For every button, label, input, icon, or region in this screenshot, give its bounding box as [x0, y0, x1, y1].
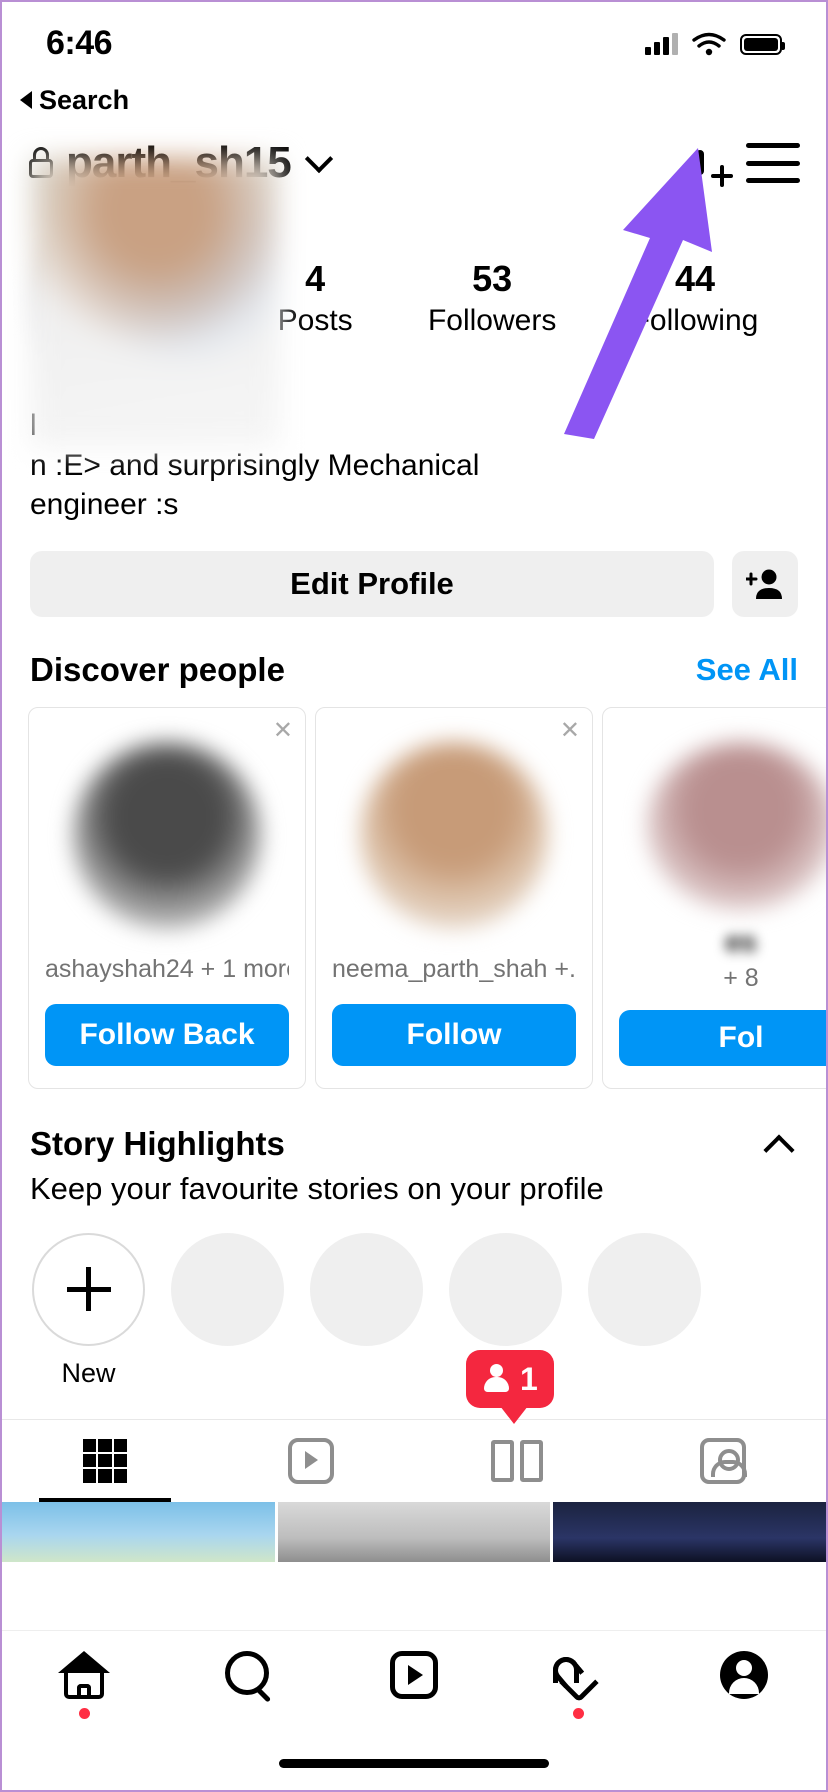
- nav-home-dot: [78, 1708, 90, 1719]
- posts-count: 4: [305, 258, 326, 300]
- post-thumbnail[interactable]: [553, 1501, 826, 1562]
- close-icon[interactable]: ✕: [560, 716, 580, 745]
- post-grid: [2, 1501, 826, 1562]
- heart-icon: [547, 1651, 605, 1703]
- suggested-user-card[interactable]: ✕ es + 8 Fol: [602, 706, 826, 1089]
- post-thumbnail[interactable]: [277, 1501, 551, 1562]
- avatar[interactable]: [32, 208, 212, 388]
- story-highlights-header: Story Highlights Keep your favourite sto…: [2, 1089, 826, 1207]
- suggested-user-avatar[interactable]: [647, 741, 826, 910]
- see-all-link[interactable]: See All: [696, 652, 798, 688]
- reels-icon: [288, 1437, 334, 1484]
- back-triangle-icon: [20, 91, 32, 109]
- tab-tagged[interactable]: [620, 1420, 826, 1502]
- posts-label: Posts: [277, 303, 353, 337]
- highlight-new-label: New: [61, 1357, 116, 1388]
- notification-count: 1: [520, 1360, 538, 1397]
- stat-followers[interactable]: 53 Followers: [428, 258, 556, 337]
- nav-home[interactable]: [2, 1651, 167, 1719]
- status-bar: 6:46: [2, 2, 826, 80]
- follow-button[interactable]: Follow: [332, 1004, 576, 1066]
- highlight-placeholder[interactable]: [171, 1232, 284, 1389]
- edit-profile-button[interactable]: Edit Profile: [30, 550, 714, 617]
- hamburger-menu-icon: [746, 143, 800, 148]
- bio-line-2: n :E> and surprisingly Mechanical: [30, 448, 480, 482]
- following-label: Following: [631, 303, 759, 337]
- guides-icon: [491, 1439, 543, 1482]
- suggested-user-subtitle: neema_parth_shah +...: [332, 955, 576, 984]
- story-highlights-title: Story Highlights: [30, 1124, 285, 1162]
- tagged-icon: [700, 1437, 747, 1484]
- reels-icon: [389, 1651, 438, 1699]
- bio-line-1: l: [30, 409, 37, 442]
- plus-icon: [32, 1232, 145, 1346]
- hamburger-menu-button[interactable]: [746, 143, 800, 183]
- battery-full-icon: [740, 33, 785, 55]
- lock-icon: [28, 147, 54, 179]
- tab-reels[interactable]: [208, 1420, 414, 1502]
- cellular-signal-icon: [645, 33, 678, 55]
- followers-label: Followers: [427, 303, 557, 337]
- highlight-placeholder[interactable]: [588, 1232, 701, 1389]
- chevron-up-icon[interactable]: [763, 1134, 795, 1166]
- follow-button[interactable]: Fol: [619, 1010, 826, 1066]
- nav-reels[interactable]: [332, 1651, 497, 1699]
- suggested-user-name: es: [725, 925, 757, 955]
- post-thumbnail[interactable]: [2, 1501, 275, 1562]
- suggested-user-subtitle: + 8: [723, 964, 759, 991]
- profile-actions: Edit Profile: [2, 525, 826, 617]
- bio-line-3: engineer :s: [30, 488, 179, 522]
- nav-likes[interactable]: [496, 1651, 661, 1719]
- discover-people-title: Discover people: [30, 650, 285, 688]
- home-icon: [58, 1651, 111, 1699]
- wifi-icon: [692, 32, 726, 56]
- search-icon: [225, 1651, 273, 1699]
- nav-likes-dot: [573, 1708, 585, 1719]
- suggested-user-subtitle: ashayshah24 + 1 more: [45, 955, 289, 984]
- back-label: Search: [39, 84, 130, 115]
- chevron-down-icon[interactable]: [304, 144, 333, 174]
- following-count: 44: [674, 258, 715, 300]
- close-icon[interactable]: ✕: [273, 716, 293, 745]
- plus-square-icon: [696, 150, 704, 175]
- content-tabs: [2, 1418, 826, 1502]
- discover-people-toggle-button[interactable]: [732, 550, 798, 617]
- discover-people-header: Discover people See All: [2, 617, 826, 707]
- suggested-user-avatar[interactable]: [73, 741, 261, 930]
- person-icon: [482, 1364, 510, 1394]
- follow-back-button[interactable]: Follow Back: [45, 1004, 289, 1066]
- page-title[interactable]: parth_sh15: [66, 138, 292, 188]
- highlight-placeholder[interactable]: [310, 1232, 423, 1389]
- status-badge[interactable]: 1: [466, 1350, 554, 1424]
- suggested-user-card[interactable]: ✕ ashayshah24 + 1 more Follow Back: [28, 706, 306, 1089]
- profile-header: parth_sh15: [2, 120, 826, 202]
- back-to-search-link[interactable]: Search: [2, 80, 826, 120]
- story-highlights-row: New: [2, 1207, 826, 1389]
- status-indicators: [645, 24, 785, 56]
- profile-bio: l n :E> and surprisingly Mechanical engi…: [2, 158, 826, 525]
- nav-profile[interactable]: [661, 1651, 826, 1699]
- followers-count: 53: [472, 258, 513, 300]
- profile-stats: 4 Posts 53 Followers 44 Following: [212, 258, 796, 337]
- grid-icon: [83, 1438, 127, 1483]
- profile-icon: [719, 1651, 768, 1699]
- story-highlights-subtitle: Keep your favourite stories on your prof…: [30, 1170, 604, 1206]
- new-post-button[interactable]: [696, 150, 704, 175]
- stat-posts[interactable]: 4 Posts: [278, 258, 353, 337]
- suggested-user-avatar[interactable]: [360, 741, 548, 930]
- nav-search[interactable]: [167, 1651, 332, 1699]
- add-person-icon: [746, 569, 782, 599]
- discover-people-carousel[interactable]: ✕ ashayshah24 + 1 more Follow Back ✕ nee…: [2, 706, 826, 1089]
- status-time: 6:46: [46, 24, 113, 62]
- suggested-user-card[interactable]: ✕ neema_parth_shah +... Follow: [315, 706, 593, 1089]
- profile-summary: 4 Posts 53 Followers 44 Following: [2, 202, 826, 388]
- stat-following[interactable]: 44 Following: [632, 258, 759, 337]
- home-indicator: [279, 1759, 549, 1768]
- highlight-new[interactable]: New: [32, 1232, 145, 1389]
- tab-grid[interactable]: [2, 1420, 208, 1502]
- tab-guides[interactable]: [414, 1420, 620, 1502]
- instagram-profile-screen: 6:46 Search parth_sh15 4 Posts 53 Follow…: [0, 0, 828, 1792]
